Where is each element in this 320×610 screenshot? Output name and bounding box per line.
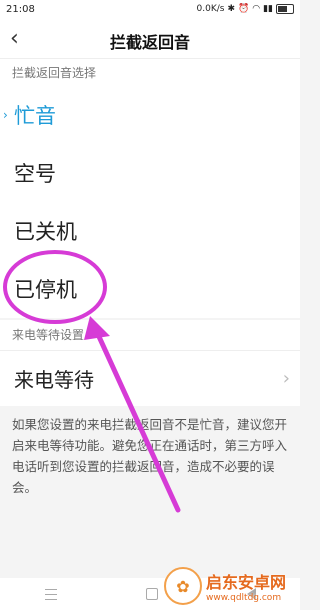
watermark: ✿ 启东安卓网 www.qdltdg.com (164, 564, 296, 608)
call-waiting-item[interactable]: 来电等待 › (0, 350, 300, 406)
menu-icon[interactable] (44, 588, 57, 600)
option-powered-off[interactable]: 已关机 (0, 202, 300, 260)
signal-icon: ▮▮ (263, 4, 273, 14)
bluetooth-icon: ✱ (227, 4, 236, 14)
option-label: 空号 (14, 162, 56, 186)
battery-icon (276, 4, 294, 14)
network-speed: 0.0K/s (196, 4, 225, 14)
watermark-title: 启东安卓网 (206, 573, 287, 592)
home-icon[interactable] (145, 588, 158, 600)
page-title: 拦截返回音 (109, 33, 190, 52)
status-bar: 21:08 0.0K/s ✱ ⏰ ◠ ▮▮ (0, 0, 300, 20)
option-label: 忙音 (14, 104, 56, 128)
wifi-icon: ◠ (252, 4, 261, 14)
call-waiting-label: 来电等待 (14, 368, 94, 392)
option-label: 已关机 (14, 220, 77, 244)
chevron-right-icon: › (282, 368, 290, 389)
option-label: 已停机 (14, 278, 77, 302)
status-icons: 0.0K/s ✱ ⏰ ◠ ▮▮ (197, 4, 294, 14)
alarm-icon: ⏰ (238, 4, 250, 14)
return-tone-options: › 忙音 空号 已关机 已停机 (0, 86, 300, 318)
description-text: 如果您设置的来电拦截返回音不是忙音，建议您开启来电等待功能。避免您正在通话时，第… (0, 406, 300, 506)
status-time: 21:08 (6, 4, 35, 15)
selected-indicator-icon: › (3, 108, 8, 122)
option-suspended[interactable]: 已停机 (0, 260, 300, 318)
watermark-logo-icon: ✿ (164, 567, 202, 605)
watermark-url: www.qdltdg.com (206, 593, 282, 603)
section-label-call-waiting: 来电等待设置 (0, 320, 300, 350)
section-label-return-tone: 拦截返回音选择 (0, 58, 300, 86)
option-empty-number[interactable]: 空号 (0, 144, 300, 202)
app-header: ‹ 拦截返回音 (0, 20, 300, 58)
option-busy-tone[interactable]: › 忙音 (0, 86, 300, 144)
